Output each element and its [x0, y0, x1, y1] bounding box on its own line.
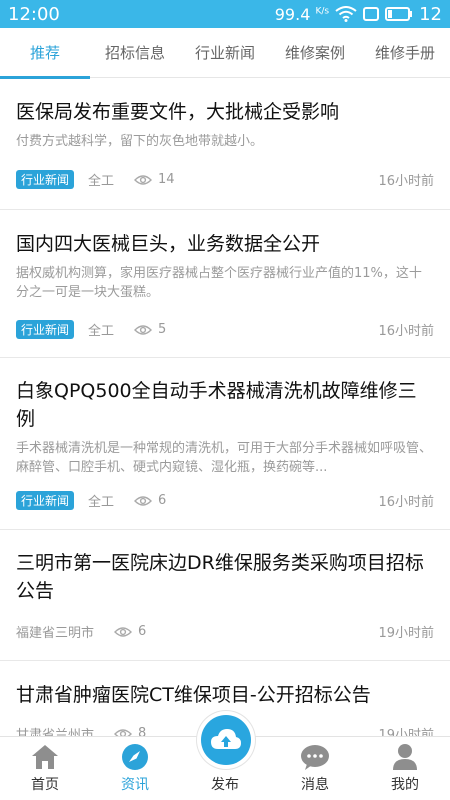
publish-time: 19小时前: [378, 728, 434, 736]
nav-label: 首页: [31, 777, 59, 793]
status-icons: 99.4 K/s 12: [275, 4, 442, 25]
article-summary: 据权威机构测算，家用医疗器械占整个医疗器械行业产值的11%，这十分之一可是一块大…: [16, 266, 422, 300]
nav-news[interactable]: 资讯: [90, 737, 180, 800]
article-title: 三明市第一医院床边DR维保服务类采购项目招标公告: [16, 552, 424, 602]
view-count: 6: [138, 624, 147, 639]
article-summary: 付费方式越科学，留下的灰色地带就越小。: [16, 134, 264, 149]
eye-icon: [134, 324, 153, 336]
publish-time: 16小时前: [378, 495, 434, 510]
wifi-icon: [335, 6, 357, 22]
location: 甘肃省兰州市: [16, 728, 95, 736]
location: 福建省三明市: [16, 626, 95, 641]
home-icon: [31, 742, 59, 772]
nav-label: 资讯: [121, 777, 149, 793]
article-feed: 医保局发布重要文件，大批械企受影响 付费方式越科学，留下的灰色地带就越小。 行业…: [0, 79, 450, 736]
nav-label: 消息: [301, 777, 329, 793]
tab-repair-cases[interactable]: 维修案例: [270, 28, 360, 78]
chat-bubble-icon: [300, 742, 330, 772]
author: 全工: [88, 174, 115, 189]
article-meta: 行业新闻 全工 5 16小时前: [16, 320, 434, 339]
article-title: 白象QPQ500全自动手术器械清洗机故障维修三例: [16, 380, 417, 430]
list-item[interactable]: 三明市第一医院床边DR维保服务类采购项目招标公告 福建省三明市 6 19小时前: [0, 530, 450, 661]
network-speed-unit: K/s: [315, 6, 330, 17]
publish-time: 16小时前: [378, 324, 434, 339]
tab-recommend[interactable]: 推荐: [0, 28, 90, 79]
article-title: 国内四大医械巨头，业务数据全公开: [16, 233, 321, 255]
article-meta: 行业新闻 全工 14 16小时前: [16, 170, 434, 189]
eye-icon: [114, 728, 133, 736]
publish-time: 16小时前: [378, 174, 434, 189]
eye-icon: [114, 626, 133, 638]
status-time: 12:00: [8, 3, 60, 25]
user-icon: [392, 742, 418, 772]
nav-messages[interactable]: 消息: [270, 737, 360, 800]
nav-label: 发布: [211, 777, 239, 793]
sim-icon: [363, 7, 380, 21]
list-item[interactable]: 国内四大医械巨头，业务数据全公开 据权威机构测算，家用医疗器械占整个医疗器械行业…: [0, 210, 450, 358]
article-title: 甘肃省肿瘤医院CT维保项目-公开招标公告: [16, 684, 371, 706]
nav-label: 我的: [391, 777, 419, 793]
battery-icon: [385, 7, 413, 21]
article-summary: 手术器械清洗机是一种常规的清洗机，可用于大部分手术器械如呼吸管、麻醉管、口腔手机…: [16, 441, 433, 475]
network-speed-value: 99.4: [274, 4, 311, 24]
view-count: 5: [158, 322, 167, 337]
nav-home[interactable]: 首页: [0, 737, 90, 800]
tab-bidding-info[interactable]: 招标信息: [90, 28, 180, 78]
list-item[interactable]: 医保局发布重要文件，大批械企受影响 付费方式越科学，留下的灰色地带就越小。 行业…: [0, 79, 450, 210]
compass-icon: [121, 742, 149, 772]
tab-repair-manual[interactable]: 维修手册: [360, 28, 450, 78]
article-title: 医保局发布重要文件，大批械企受影响: [16, 101, 340, 123]
upload-cloud-icon: [201, 715, 251, 765]
category-tag: 行业新闻: [16, 491, 75, 510]
category-tabs: 推荐 招标信息 行业新闻 维修案例 维修手册: [0, 28, 450, 79]
network-speed: 99.4 K/s: [275, 5, 329, 24]
category-tag: 行业新闻: [16, 320, 75, 339]
article-meta: 行业新闻 全工 6 16小时前: [16, 491, 434, 510]
author: 全工: [88, 324, 115, 339]
publish-button[interactable]: [197, 711, 255, 769]
nav-profile[interactable]: 我的: [360, 737, 450, 800]
view-count: 8: [138, 726, 147, 736]
category-tag: 行业新闻: [16, 170, 75, 189]
article-meta: 福建省三明市 6 19小时前: [16, 622, 434, 641]
view-count: 14: [158, 172, 175, 187]
publish-time: 19小时前: [378, 626, 434, 641]
list-item[interactable]: 白象QPQ500全自动手术器械清洗机故障维修三例 手术器械清洗机是一种常规的清洗…: [0, 358, 450, 530]
eye-icon: [134, 174, 153, 186]
author: 全工: [88, 495, 115, 510]
status-bar: 12:00 99.4 K/s 12: [0, 0, 450, 28]
view-count: 6: [158, 493, 167, 508]
battery-level: 12: [419, 3, 442, 25]
eye-icon: [134, 495, 153, 507]
tab-industry-news[interactable]: 行业新闻: [180, 28, 270, 78]
